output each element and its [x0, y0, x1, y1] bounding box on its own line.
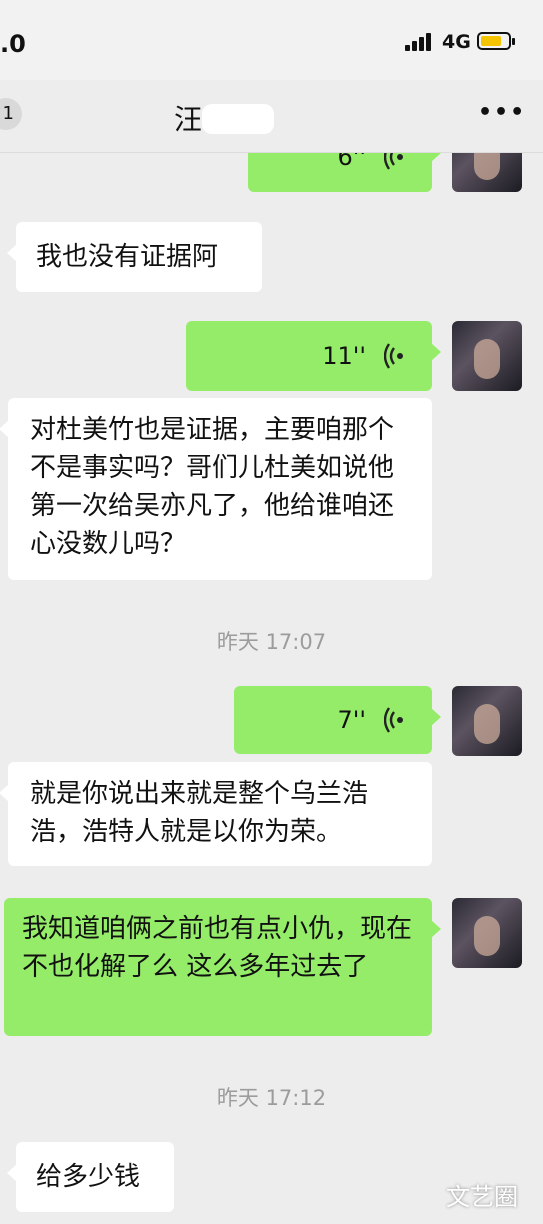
- timestamp: 昨天 17:07: [216, 630, 327, 654]
- message-text: 对杜美竹也是证据，主要咱那个不是事实吗？哥们儿杜美如说他第一次给吴亦凡了，他给谁…: [30, 415, 395, 559]
- avatar[interactable]: [452, 898, 522, 968]
- watermark: 文艺圈: [446, 1183, 518, 1211]
- network-label: 4G: [442, 31, 471, 53]
- status-bar: .0 4G: [0, 0, 543, 80]
- avatar[interactable]: [452, 321, 522, 391]
- back-badge[interactable]: 1: [0, 98, 22, 130]
- voice-duration: 7'': [337, 706, 366, 734]
- message-text: 我也没有证据阿: [36, 242, 219, 272]
- status-time: .0: [0, 30, 26, 58]
- text-message[interactable]: 我也没有证据阿: [7, 222, 262, 292]
- voice-message[interactable]: 7'': [234, 686, 441, 754]
- voice-wave-icon: [384, 343, 403, 369]
- text-message[interactable]: 我知道咱俩之前也有点小仇，现在不也化解了么 这么多年过去了: [4, 898, 441, 1036]
- signal-bars-icon: [405, 33, 435, 51]
- voice-duration: 11'': [322, 342, 366, 370]
- voice-message[interactable]: 11'': [186, 321, 441, 391]
- text-message[interactable]: 给多少钱: [7, 1142, 174, 1212]
- chat-header-cover: 1 汪 •••: [0, 80, 543, 153]
- avatar[interactable]: [452, 686, 522, 756]
- text-message[interactable]: 就是你说出来就是整个乌兰浩浩，浩特人就是以你为荣。: [0, 762, 432, 866]
- title-redaction: [202, 104, 274, 134]
- text-message[interactable]: 对杜美竹也是证据，主要咱那个不是事实吗？哥们儿杜美如说他第一次给吴亦凡了，他给谁…: [0, 398, 432, 580]
- timestamp: 昨天 17:12: [216, 1086, 327, 1110]
- message-text: 就是你说出来就是整个乌兰浩浩，浩特人就是以你为荣。: [30, 779, 369, 847]
- message-text: 给多少钱: [36, 1162, 141, 1192]
- chat-title-text: 汪: [174, 103, 203, 136]
- message-text: 我知道咱俩之前也有点小仇，现在不也化解了么 这么多年过去了: [22, 914, 413, 982]
- more-icon[interactable]: •••: [478, 100, 526, 125]
- voice-wave-icon: [384, 707, 403, 733]
- battery-icon: [477, 32, 515, 50]
